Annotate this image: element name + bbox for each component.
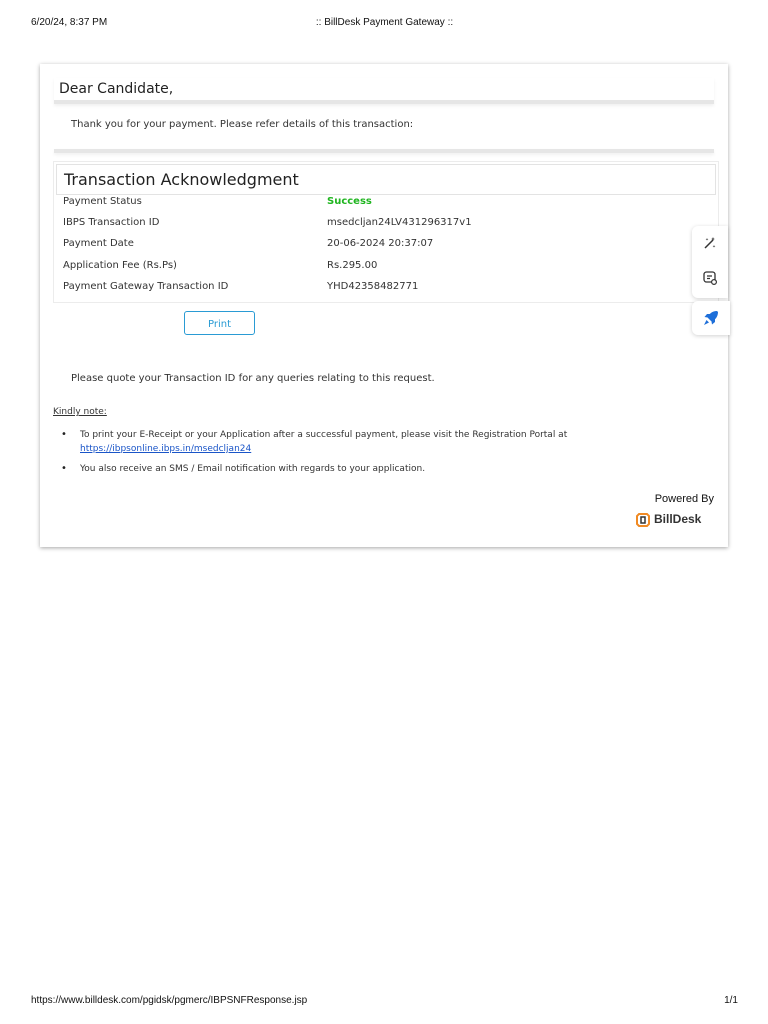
payment-response-card: Dear Candidate, Thank you for your payme… bbox=[40, 64, 728, 547]
row-ibps-transaction-id: IBPS Transaction ID msedcljan24LV4312963… bbox=[63, 217, 703, 233]
intro-text: Thank you for your payment. Please refer… bbox=[71, 119, 414, 130]
side-toolbar bbox=[692, 226, 728, 298]
row-application-fee: Application Fee (Rs.Ps) Rs.295.00 bbox=[63, 260, 703, 276]
ack-title-bar: Transaction Acknowledgment bbox=[56, 164, 716, 195]
bullet-icon: • bbox=[61, 463, 67, 474]
greeting-bar: Dear Candidate, bbox=[54, 78, 714, 104]
quote-transaction-text: Please quote your Transaction ID for any… bbox=[71, 373, 435, 384]
payment-date-value: 20-06-2024 20:37:07 bbox=[327, 238, 434, 249]
ibps-transaction-id-value: msedcljan24LV431296317v1 bbox=[327, 217, 472, 228]
print-page-title: :: BillDesk Payment Gateway :: bbox=[315, 17, 454, 28]
side-launch-button[interactable] bbox=[692, 301, 730, 335]
note-text: To print your E-Receipt or your Applicat… bbox=[80, 430, 568, 440]
row-label: Application Fee (Rs.Ps) bbox=[63, 260, 177, 271]
billdesk-logo-icon bbox=[636, 513, 650, 527]
registration-portal-link[interactable]: https://ibpsonline.ibps.in/msedcljan24 bbox=[80, 444, 251, 454]
gateway-transaction-id-value: YHD42358482771 bbox=[327, 281, 419, 292]
transaction-acknowledgment: Transaction Acknowledgment Payment Statu… bbox=[53, 161, 719, 303]
application-fee-value: Rs.295.00 bbox=[327, 260, 378, 271]
row-payment-date: Payment Date 20-06-2024 20:37:07 bbox=[63, 238, 703, 254]
bullet-icon: • bbox=[61, 429, 67, 440]
row-label: Payment Status bbox=[63, 196, 142, 207]
row-payment-status: Payment Status Success bbox=[63, 196, 703, 212]
powered-by-label: Powered By bbox=[654, 493, 714, 505]
payment-status-value: Success bbox=[327, 196, 372, 207]
note-text: You also receive an SMS / Email notifica… bbox=[80, 464, 426, 474]
billdesk-logo: BillDesk bbox=[636, 512, 714, 528]
ack-title: Transaction Acknowledgment bbox=[64, 170, 299, 189]
magic-wand-icon[interactable] bbox=[702, 235, 718, 251]
row-label: Payment Date bbox=[63, 238, 134, 249]
row-gateway-transaction-id: Payment Gateway Transaction ID YHD423584… bbox=[63, 281, 703, 297]
print-header: 6/20/24, 8:37 PM :: BillDesk Payment Gat… bbox=[31, 17, 738, 31]
print-url: https://www.billdesk.com/pgidsk/pgmerc/I… bbox=[31, 995, 308, 1006]
kindly-note-label: Kindly note: bbox=[53, 407, 107, 417]
brand-name: BillDesk bbox=[654, 512, 702, 526]
rocket-icon bbox=[704, 311, 718, 325]
divider bbox=[54, 149, 714, 153]
list-item: • You also receive an SMS / Email notifi… bbox=[60, 462, 660, 476]
row-label: IBPS Transaction ID bbox=[63, 217, 160, 228]
chat-settings-icon[interactable] bbox=[702, 270, 718, 286]
print-footer: https://www.billdesk.com/pgidsk/pgmerc/I… bbox=[31, 995, 738, 1009]
print-button[interactable]: Print bbox=[184, 311, 255, 335]
page-number: 1/1 bbox=[724, 995, 738, 1006]
notes-list: • To print your E-Receipt or your Applic… bbox=[60, 428, 660, 476]
row-label: Payment Gateway Transaction ID bbox=[63, 281, 229, 292]
greeting-text: Dear Candidate, bbox=[59, 81, 174, 97]
list-item: • To print your E-Receipt or your Applic… bbox=[60, 428, 660, 456]
